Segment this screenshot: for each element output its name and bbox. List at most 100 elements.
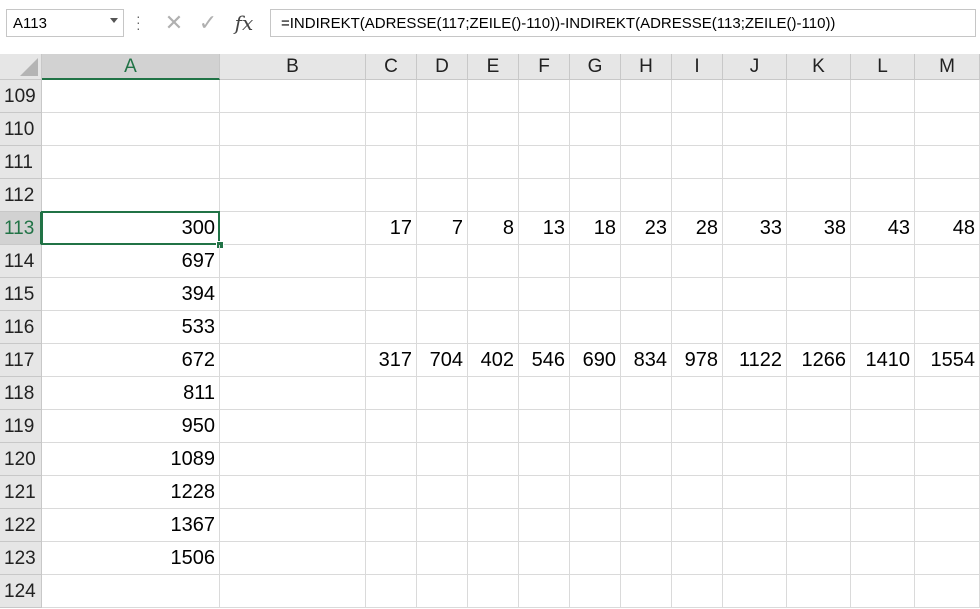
cell-l124[interactable] <box>851 575 915 608</box>
cell-m119[interactable] <box>915 410 980 443</box>
cell-h116[interactable] <box>621 311 672 344</box>
cell-g124[interactable] <box>570 575 621 608</box>
cell-m110[interactable] <box>915 113 980 146</box>
cell-i111[interactable] <box>672 146 723 179</box>
cell-l112[interactable] <box>851 179 915 212</box>
cell-b114[interactable] <box>220 245 366 278</box>
cell-h110[interactable] <box>621 113 672 146</box>
cell-a111[interactable] <box>42 146 220 179</box>
cell-f111[interactable] <box>519 146 570 179</box>
cell-f118[interactable] <box>519 377 570 410</box>
column-header-c[interactable]: C <box>366 54 417 80</box>
cell-i109[interactable] <box>672 80 723 113</box>
cell-d124[interactable] <box>417 575 468 608</box>
cell-j123[interactable] <box>723 542 787 575</box>
cell-d115[interactable] <box>417 278 468 311</box>
cell-g109[interactable] <box>570 80 621 113</box>
cell-j119[interactable] <box>723 410 787 443</box>
column-header-g[interactable]: G <box>570 54 621 80</box>
cell-i122[interactable] <box>672 509 723 542</box>
cell-b123[interactable] <box>220 542 366 575</box>
cell-a112[interactable] <box>42 179 220 212</box>
cell-b113[interactable] <box>220 212 366 245</box>
cell-b124[interactable] <box>220 575 366 608</box>
cell-f115[interactable] <box>519 278 570 311</box>
cell-e124[interactable] <box>468 575 519 608</box>
cell-j118[interactable] <box>723 377 787 410</box>
row-header-120[interactable]: 120 <box>0 443 42 476</box>
cell-e120[interactable] <box>468 443 519 476</box>
cell-h124[interactable] <box>621 575 672 608</box>
cell-c109[interactable] <box>366 80 417 113</box>
cell-m117[interactable]: 1554 <box>915 344 980 377</box>
cell-b119[interactable] <box>220 410 366 443</box>
cell-h109[interactable] <box>621 80 672 113</box>
cancel-x-icon[interactable]: ✕ <box>159 9 189 37</box>
cell-k109[interactable] <box>787 80 851 113</box>
column-header-f[interactable]: F <box>519 54 570 80</box>
cell-c119[interactable] <box>366 410 417 443</box>
cell-c114[interactable] <box>366 245 417 278</box>
cell-b117[interactable] <box>220 344 366 377</box>
cell-c120[interactable] <box>366 443 417 476</box>
cell-b112[interactable] <box>220 179 366 212</box>
cell-c124[interactable] <box>366 575 417 608</box>
cell-i112[interactable] <box>672 179 723 212</box>
cell-k111[interactable] <box>787 146 851 179</box>
cell-j114[interactable] <box>723 245 787 278</box>
select-all-corner[interactable] <box>0 54 42 80</box>
cell-d120[interactable] <box>417 443 468 476</box>
cell-m123[interactable] <box>915 542 980 575</box>
cell-b118[interactable] <box>220 377 366 410</box>
cell-c122[interactable] <box>366 509 417 542</box>
cell-h121[interactable] <box>621 476 672 509</box>
row-header-121[interactable]: 121 <box>0 476 42 509</box>
row-header-111[interactable]: 111 <box>0 146 42 179</box>
cell-m115[interactable] <box>915 278 980 311</box>
cell-h123[interactable] <box>621 542 672 575</box>
column-header-e[interactable]: E <box>468 54 519 80</box>
cell-m114[interactable] <box>915 245 980 278</box>
cell-i118[interactable] <box>672 377 723 410</box>
cell-d116[interactable] <box>417 311 468 344</box>
cell-f119[interactable] <box>519 410 570 443</box>
row-header-119[interactable]: 119 <box>0 410 42 443</box>
enter-check-icon[interactable]: ✓ <box>193 9 223 37</box>
cell-c110[interactable] <box>366 113 417 146</box>
cell-a124[interactable] <box>42 575 220 608</box>
cell-d123[interactable] <box>417 542 468 575</box>
row-header-115[interactable]: 115 <box>0 278 42 311</box>
cell-c121[interactable] <box>366 476 417 509</box>
cell-g120[interactable] <box>570 443 621 476</box>
name-box[interactable]: A113 <box>6 9 124 37</box>
row-header-110[interactable]: 110 <box>0 113 42 146</box>
cell-g113[interactable]: 18 <box>570 212 621 245</box>
cell-l120[interactable] <box>851 443 915 476</box>
cell-k117[interactable]: 1266 <box>787 344 851 377</box>
cell-m124[interactable] <box>915 575 980 608</box>
cell-l110[interactable] <box>851 113 915 146</box>
cell-d110[interactable] <box>417 113 468 146</box>
column-header-k[interactable]: K <box>787 54 851 80</box>
cell-j115[interactable] <box>723 278 787 311</box>
cell-k124[interactable] <box>787 575 851 608</box>
cell-d121[interactable] <box>417 476 468 509</box>
cell-f110[interactable] <box>519 113 570 146</box>
cell-f114[interactable] <box>519 245 570 278</box>
cell-d112[interactable] <box>417 179 468 212</box>
cell-k121[interactable] <box>787 476 851 509</box>
cell-f122[interactable] <box>519 509 570 542</box>
cell-a109[interactable] <box>42 80 220 113</box>
cell-h120[interactable] <box>621 443 672 476</box>
cell-i117[interactable]: 978 <box>672 344 723 377</box>
cell-j117[interactable]: 1122 <box>723 344 787 377</box>
cell-e110[interactable] <box>468 113 519 146</box>
cell-k122[interactable] <box>787 509 851 542</box>
cell-j120[interactable] <box>723 443 787 476</box>
cell-g117[interactable]: 690 <box>570 344 621 377</box>
cell-a110[interactable] <box>42 113 220 146</box>
cell-e113[interactable]: 8 <box>468 212 519 245</box>
cell-g119[interactable] <box>570 410 621 443</box>
cell-k119[interactable] <box>787 410 851 443</box>
cell-g115[interactable] <box>570 278 621 311</box>
